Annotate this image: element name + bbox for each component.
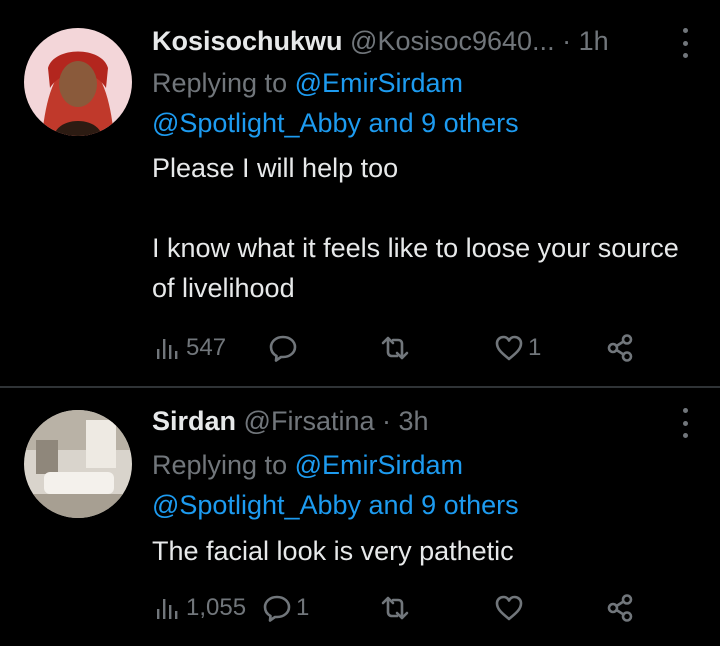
views-button[interactable]: 547 <box>152 328 226 368</box>
share-button[interactable] <box>606 328 636 368</box>
avatar[interactable] <box>24 410 132 518</box>
retweet-icon <box>381 596 409 620</box>
speech-bubble-icon <box>263 595 291 622</box>
retweet-icon <box>381 336 409 360</box>
retweet-button[interactable] <box>380 588 414 628</box>
bar-chart-icon <box>157 599 178 619</box>
mentions-link[interactable]: @Spotlight_Abby and 9 others <box>152 108 519 138</box>
avatar-image <box>24 28 132 136</box>
reply-count: 1 <box>296 594 310 621</box>
share-icon <box>607 334 633 362</box>
display-name[interactable]: Kosisochukwu <box>152 26 343 56</box>
replying-prefix: Replying to <box>152 68 295 98</box>
share-icon <box>607 594 633 622</box>
mentions-line: @Spotlight_Abby and 9 others <box>152 106 519 140</box>
avatar-image <box>24 410 132 518</box>
like-count: 1 <box>528 334 542 361</box>
share-button[interactable] <box>606 588 636 628</box>
heart-icon <box>495 595 523 621</box>
replying-prefix: Replying to <box>152 450 295 480</box>
more-vertical-icon[interactable] <box>678 408 692 438</box>
speech-bubble-icon <box>269 335 297 362</box>
replying-to: Replying to @EmirSirdam <box>152 66 463 100</box>
action-bar: 1,055 1 <box>152 588 652 628</box>
reply-button[interactable] <box>268 328 302 368</box>
reply-button[interactable]: 1 <box>262 588 309 628</box>
views-button[interactable]: 1,055 <box>152 588 246 628</box>
replying-to-link[interactable]: @EmirSirdam <box>295 68 463 98</box>
replying-to: Replying to @EmirSirdam <box>152 448 463 482</box>
timestamp[interactable]: 3h <box>399 406 429 436</box>
avatar[interactable] <box>24 28 132 136</box>
like-button[interactable] <box>494 588 528 628</box>
action-bar: 547 1 <box>152 328 652 368</box>
mentions-line: @Spotlight_Abby and 9 others <box>152 488 519 522</box>
tweet-header: Kosisochukwu @Kosisoc9640... · 1h <box>152 24 672 58</box>
mentions-link[interactable]: @Spotlight_Abby and 9 others <box>152 490 519 520</box>
user-handle[interactable]: @Kosisoc9640... <box>350 26 555 56</box>
user-handle[interactable]: @Firsatina <box>244 406 375 436</box>
heart-icon <box>495 335 523 361</box>
views-count: 547 <box>186 334 227 361</box>
bar-chart-icon <box>157 339 178 359</box>
retweet-button[interactable] <box>380 328 414 368</box>
separator-dot: · <box>382 406 392 436</box>
timestamp[interactable]: 1h <box>579 26 609 56</box>
like-button[interactable]: 1 <box>494 328 541 368</box>
tweet-header: Sirdan @Firsatina · 3h <box>152 404 672 438</box>
views-count: 1,055 <box>186 594 247 621</box>
replying-to-link[interactable]: @EmirSirdam <box>295 450 463 480</box>
tweet-text: The facial look is very pathetic <box>152 536 514 566</box>
more-vertical-icon[interactable] <box>678 28 692 58</box>
tweet-text: Please I will help too I know what it fe… <box>152 153 679 303</box>
tweet[interactable]: Sirdan @Firsatina · 3h Replying to @Emir… <box>0 388 720 646</box>
display-name[interactable]: Sirdan <box>152 406 236 436</box>
separator-dot: · <box>562 26 572 56</box>
tweet[interactable]: Kosisochukwu @Kosisoc9640... · 1h Replyi… <box>0 0 720 386</box>
